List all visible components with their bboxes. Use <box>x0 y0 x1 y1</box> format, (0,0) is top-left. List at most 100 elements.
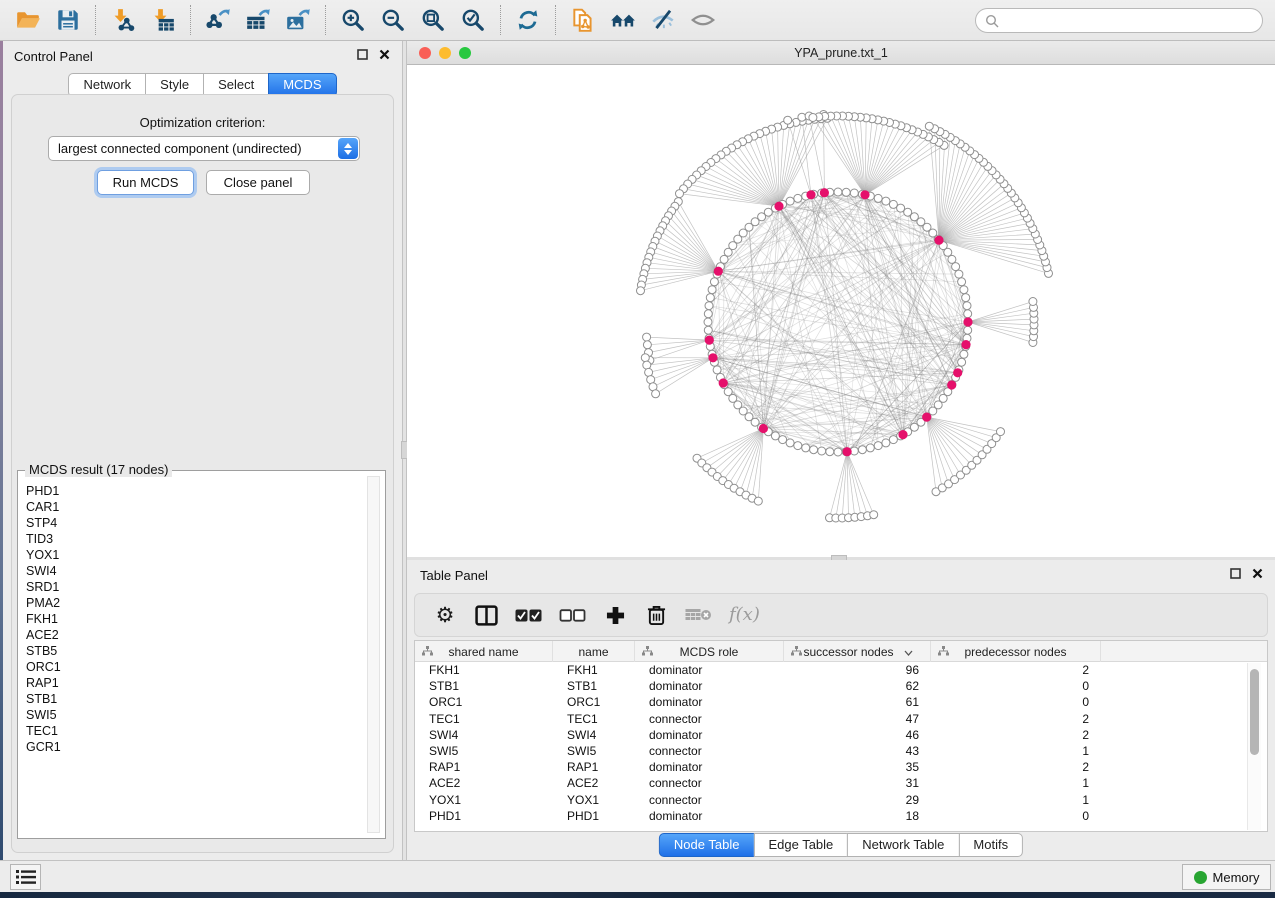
show-columns-button[interactable] <box>474 605 498 626</box>
import-network-button[interactable] <box>103 3 143 37</box>
table-row-ace2[interactable]: ACE2ACE2connector311 <box>415 775 1267 791</box>
mcds-hub-node[interactable] <box>953 368 962 377</box>
optimization-criterion-select[interactable]: largest connected component (undirected) <box>48 136 360 161</box>
cell-successor-nodes: 35 <box>784 760 931 774</box>
cell-shared-name: SWI5 <box>415 744 553 758</box>
zoom-out-icon <box>380 7 406 33</box>
network-canvas[interactable] <box>407 65 1275 557</box>
mcds-result-item[interactable]: TID3 <box>26 531 361 547</box>
checked-boxes-icon <box>515 609 542 622</box>
zoom-in-button[interactable] <box>333 3 373 37</box>
zoom-selected-button[interactable] <box>453 3 493 37</box>
network-graph[interactable] <box>407 65 1275 557</box>
mcds-result-item[interactable]: STB1 <box>26 691 361 707</box>
mcds-hub-node[interactable] <box>719 378 728 387</box>
mcds-result-item[interactable]: SWI5 <box>26 707 361 723</box>
deselect-all-columns-button[interactable] <box>559 609 586 622</box>
save-session-button[interactable] <box>48 3 88 37</box>
mcds-result-item[interactable]: GCR1 <box>26 739 361 755</box>
memory-button[interactable]: Memory <box>1182 864 1271 890</box>
mcds-hub-node[interactable] <box>860 190 869 199</box>
table-tab-node-table[interactable]: Node Table <box>659 833 755 857</box>
select-all-columns-button[interactable] <box>515 609 542 622</box>
mcds-result-item[interactable]: STP4 <box>26 515 361 531</box>
mcds-hub-node[interactable] <box>963 317 972 326</box>
float-panel-button[interactable] <box>1230 568 1241 579</box>
close-panel-button[interactable] <box>1252 568 1263 579</box>
task-history-button[interactable] <box>10 864 41 890</box>
zoom-out-button[interactable] <box>373 3 413 37</box>
mcds-result-item[interactable]: RAP1 <box>26 675 361 691</box>
first-neighbors-button[interactable] <box>603 3 643 37</box>
zoom-fit-button[interactable] <box>413 3 453 37</box>
column-header-name[interactable]: name <box>553 641 635 662</box>
float-panel-button[interactable] <box>357 49 368 60</box>
status-bar: Memory <box>0 860 1275 892</box>
search-input[interactable] <box>1004 11 1262 31</box>
mcds-list-scrollbar[interactable] <box>367 476 380 833</box>
table-row-rap1[interactable]: RAP1RAP1dominator352 <box>415 759 1267 775</box>
mcds-result-item[interactable]: TEC1 <box>26 723 361 739</box>
table-row-phd1[interactable]: PHD1PHD1dominator180 <box>415 808 1267 824</box>
table-row-yox1[interactable]: YOX1YOX1connector291 <box>415 792 1267 808</box>
cell-mcds-role: dominator <box>635 663 784 677</box>
table-tab-network-table[interactable]: Network Table <box>847 833 959 857</box>
run-mcds-button[interactable]: Run MCDS <box>97 170 194 195</box>
mcds-hub-node[interactable] <box>922 413 931 422</box>
table-row-stb1[interactable]: STB1STB1dominator620 <box>415 678 1267 694</box>
table-panel: Table Panel ⚙f(x) shared namenameMCDS ro… <box>407 560 1275 860</box>
cell-predecessor-nodes: 0 <box>931 809 1101 823</box>
table-scrollbar[interactable] <box>1247 663 1261 830</box>
column-header-shared-name[interactable]: shared name <box>415 641 553 662</box>
delete-column-button[interactable] <box>644 604 668 626</box>
mcds-result-item[interactable]: SRD1 <box>26 579 361 595</box>
table-row-tec1[interactable]: TEC1TEC1connector472 <box>415 711 1267 727</box>
mcds-hub-node[interactable] <box>806 190 815 199</box>
mcds-hub-node[interactable] <box>759 424 768 433</box>
mcds-hub-node[interactable] <box>820 188 829 197</box>
table-row-orc1[interactable]: ORC1ORC1dominator610 <box>415 694 1267 710</box>
import-table-button[interactable] <box>143 3 183 37</box>
mcds-hub-node[interactable] <box>708 353 717 362</box>
show-hidden-button[interactable] <box>683 3 723 37</box>
table-tab-edge-table[interactable]: Edge Table <box>753 833 848 857</box>
table-delete-icon <box>685 607 712 623</box>
mcds-result-item[interactable]: PMA2 <box>26 595 361 611</box>
mcds-result-item[interactable]: PHD1 <box>26 483 361 499</box>
mcds-hub-node[interactable] <box>961 340 970 349</box>
refresh-button[interactable] <box>508 3 548 37</box>
export-network-button[interactable] <box>198 3 238 37</box>
column-header-predecessor-nodes[interactable]: predecessor nodes <box>931 641 1101 662</box>
column-header-mcds-role[interactable]: MCDS role <box>635 641 784 662</box>
table-tab-motifs[interactable]: Motifs <box>958 833 1023 857</box>
close-mcds-panel-button[interactable]: Close panel <box>206 170 310 195</box>
mcds-result-item[interactable]: ACE2 <box>26 627 361 643</box>
mcds-hub-node[interactable] <box>898 430 907 439</box>
open-file-button[interactable] <box>8 3 48 37</box>
mcds-hub-node[interactable] <box>947 380 956 389</box>
close-panel-button[interactable] <box>379 49 390 60</box>
table-row-swi4[interactable]: SWI4SWI4dominator462 <box>415 727 1267 743</box>
mcds-result-item[interactable]: FKH1 <box>26 611 361 627</box>
export-image-button[interactable] <box>278 3 318 37</box>
mcds-hub-node[interactable] <box>843 447 852 456</box>
mcds-hub-node[interactable] <box>705 336 714 345</box>
mcds-result-item[interactable]: SWI4 <box>26 563 361 579</box>
mcds-hub-node[interactable] <box>934 236 943 245</box>
mcds-result-item[interactable]: ORC1 <box>26 659 361 675</box>
mcds-result-item[interactable]: YOX1 <box>26 547 361 563</box>
table-row-swi5[interactable]: SWI5SWI5connector431 <box>415 743 1267 759</box>
mcds-hub-node[interactable] <box>774 202 783 211</box>
scrollbar-thumb[interactable] <box>1250 669 1259 755</box>
hide-selected-button[interactable] <box>643 3 683 37</box>
mcds-result-item[interactable]: CAR1 <box>26 499 361 515</box>
mcds-result-item[interactable]: STB5 <box>26 643 361 659</box>
create-column-button[interactable] <box>603 606 627 625</box>
table-row-fkh1[interactable]: FKH1FKH1dominator962 <box>415 662 1267 678</box>
duplicate-network-button[interactable] <box>563 3 603 37</box>
export-table-button[interactable] <box>238 3 278 37</box>
column-header-successor-nodes[interactable]: successor nodes <box>784 641 931 662</box>
mcds-hub-node[interactable] <box>714 267 723 276</box>
table-settings-button[interactable]: ⚙ <box>433 605 457 626</box>
copy-pages-icon <box>570 7 596 33</box>
